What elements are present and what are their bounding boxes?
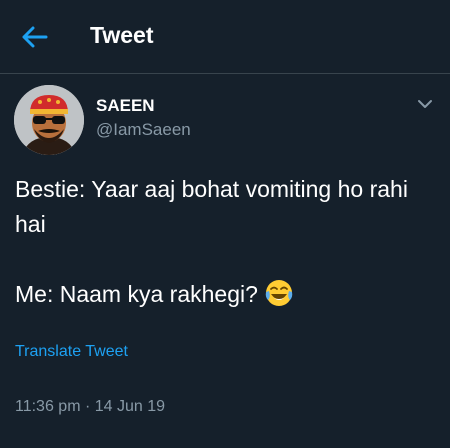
tweet-text: Bestie: Yaar aaj bohat vomiting ho rahi … <box>15 172 440 318</box>
avatar-image <box>14 85 84 155</box>
tears-of-joy-icon <box>264 278 294 318</box>
tweet-card: SAEEN @IamSaeen Bestie: Yaar aaj bohat v… <box>0 75 450 448</box>
page-title: Tweet <box>90 22 154 48</box>
tweet-options-button[interactable] <box>414 95 436 113</box>
back-button[interactable] <box>18 20 52 54</box>
tweet-text-segment: Me: Naam kya rakhegi? <box>15 281 258 307</box>
avatar[interactable] <box>14 85 84 155</box>
user-handle[interactable]: @IamSaeen <box>96 120 191 140</box>
top-app-bar: Tweet <box>0 0 450 74</box>
display-name[interactable]: SAEEN <box>96 96 155 116</box>
arrow-left-icon <box>22 26 48 48</box>
tweet-timestamp: 11:36 pm · 14 Jun 19 <box>15 398 166 415</box>
tweet-text-line: Bestie: Yaar aaj bohat vomiting ho rahi … <box>15 176 408 237</box>
tweet-text-line: Me: Naam kya rakhegi? <box>15 277 440 318</box>
chevron-down-icon <box>418 100 432 108</box>
translate-tweet-link[interactable]: Translate Tweet <box>15 343 128 361</box>
